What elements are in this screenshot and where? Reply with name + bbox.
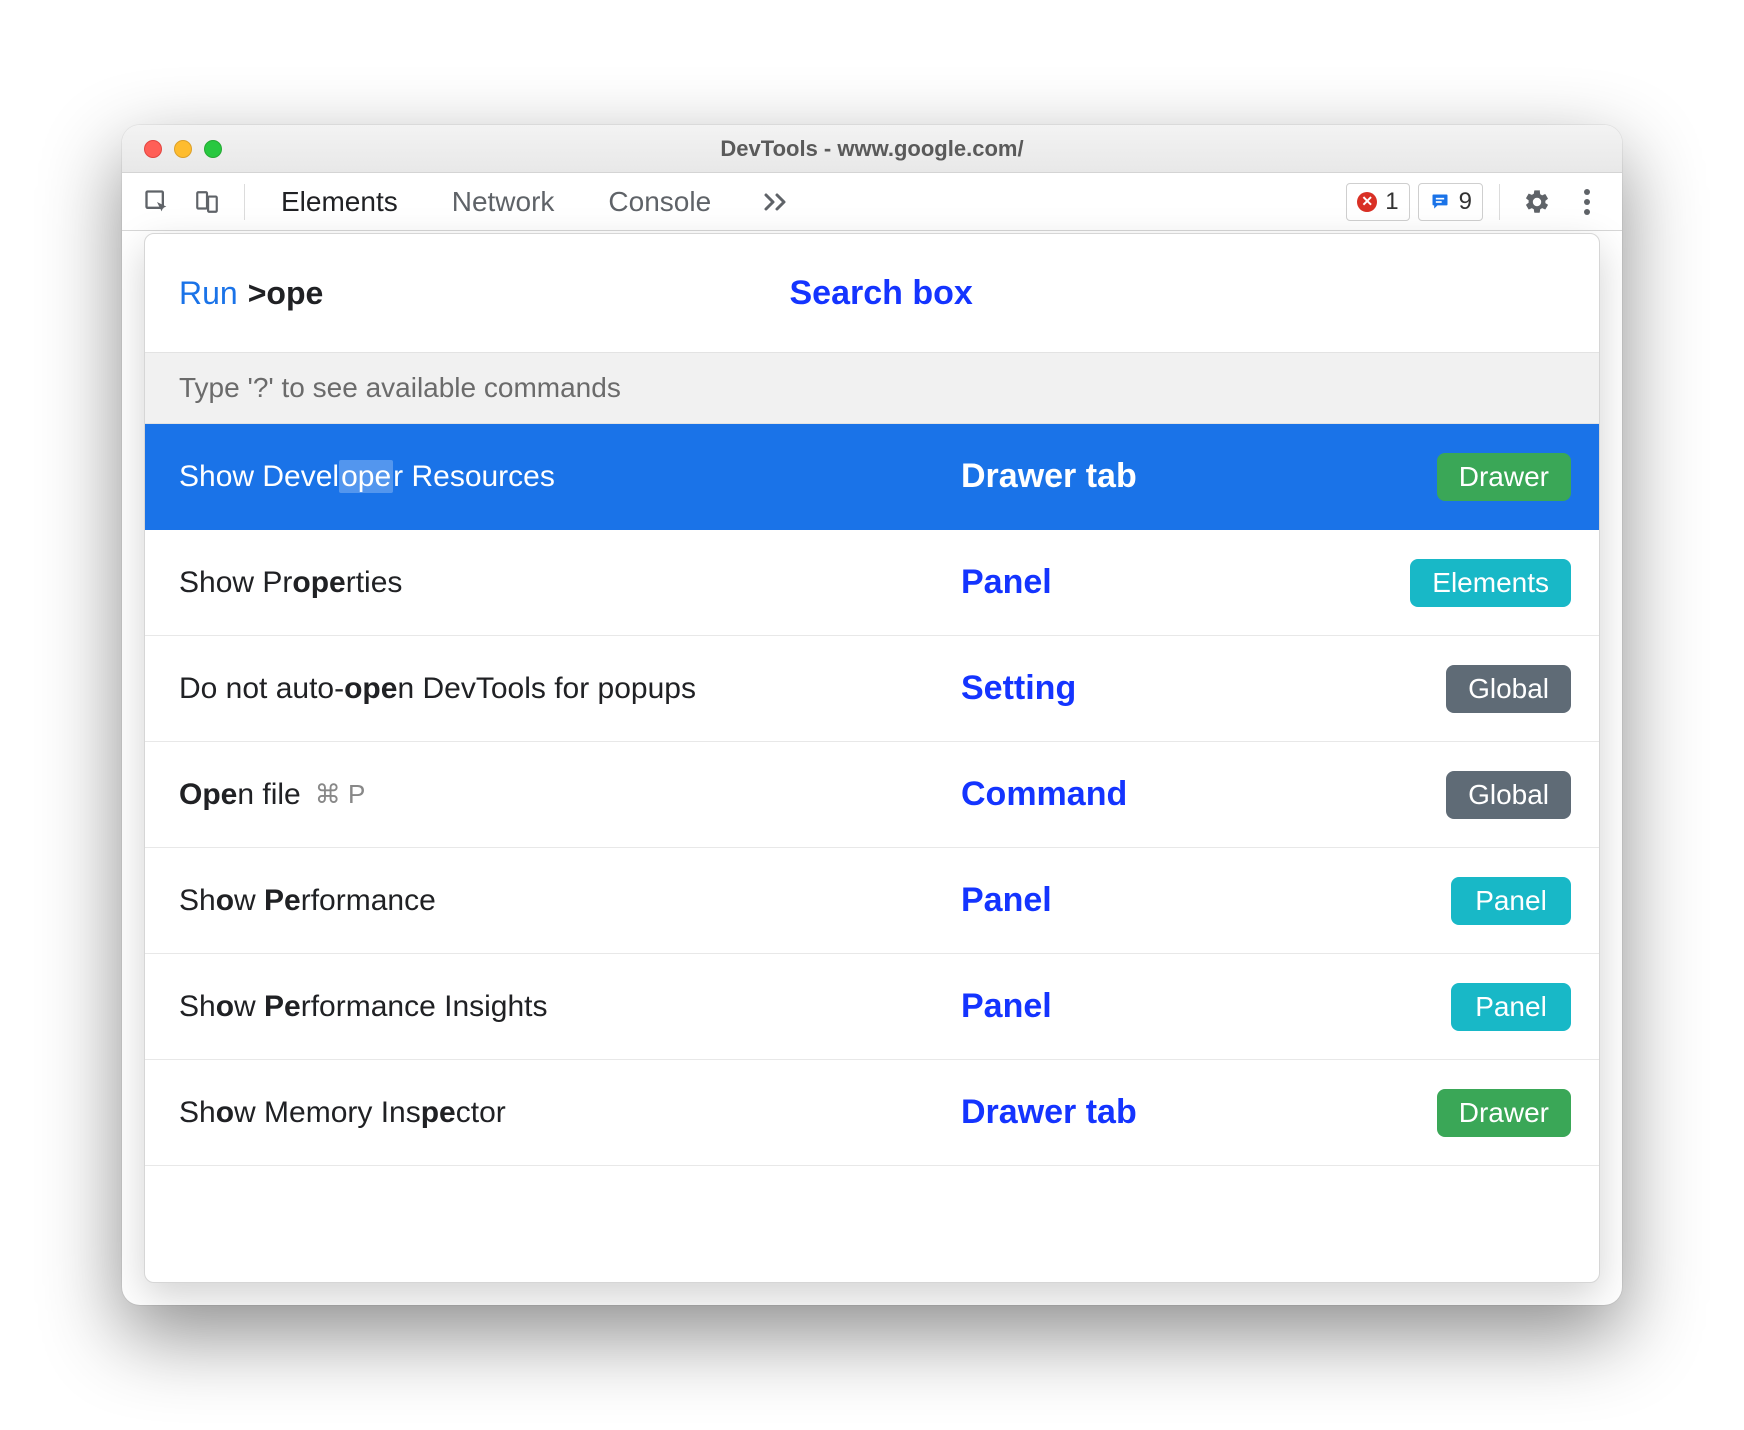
command-result-label: Show Performance Insights <box>179 990 951 1024</box>
command-hint: Type '?' to see available commands <box>145 352 1599 424</box>
titlebar: DevTools - www.google.com/ <box>122 125 1622 173</box>
annotation-kind: Panel <box>961 881 1331 920</box>
close-window-button[interactable] <box>144 140 162 158</box>
settings-icon[interactable] <box>1516 181 1558 223</box>
command-result[interactable]: Do not auto-open DevTools for popups Sett… <box>145 636 1599 742</box>
kebab-menu-icon[interactable] <box>1566 181 1608 223</box>
command-result[interactable]: Show Performance Insights Panel Panel <box>145 954 1599 1060</box>
run-label: Run <box>179 275 238 312</box>
command-result-label: Show Performance <box>179 884 951 918</box>
device-toolbar-icon[interactable] <box>186 181 228 223</box>
annotation-kind: Setting <box>961 669 1331 708</box>
command-result-label: Show Developer Resources <box>179 460 951 494</box>
command-search-row: Run Search box <box>145 234 1599 352</box>
errors-count: 1 <box>1385 188 1398 216</box>
keyboard-shortcut: ⌘ P <box>315 779 366 810</box>
annotation-kind: Drawer tab <box>961 457 1331 496</box>
result-badge: Drawer <box>1437 1089 1571 1137</box>
command-result[interactable]: Show Properties Panel Elements <box>145 530 1599 636</box>
command-result[interactable]: Show Memory Inspector Drawer tab Drawer <box>145 1060 1599 1166</box>
result-badge: Panel <box>1451 877 1571 925</box>
window-title: DevTools - www.google.com/ <box>122 136 1622 162</box>
minimize-window-button[interactable] <box>174 140 192 158</box>
result-badge: Panel <box>1451 983 1571 1031</box>
annotation-kind: Drawer tab <box>961 1093 1331 1132</box>
messages-badge[interactable]: 9 <box>1418 183 1483 221</box>
annotation-kind: Panel <box>961 987 1331 1026</box>
annotation-kind: Panel <box>961 563 1331 602</box>
inspect-element-icon[interactable] <box>136 181 178 223</box>
panel-tabs: Elements Network Console <box>281 186 711 218</box>
message-icon <box>1429 192 1451 212</box>
tab-elements[interactable]: Elements <box>281 186 398 218</box>
window-controls <box>122 140 222 158</box>
more-tabs-icon[interactable] <box>763 192 793 212</box>
command-result-label: Show Properties <box>179 566 951 600</box>
toolbar-separator <box>1499 184 1500 220</box>
annotation-kind: Command <box>961 775 1331 814</box>
toolbar-separator <box>244 184 245 220</box>
command-result[interactable]: Show Performance Panel Panel <box>145 848 1599 954</box>
command-result-label: Show Memory Inspector <box>179 1096 951 1130</box>
devtools-window: DevTools - www.google.com/ Elements Netw… <box>122 125 1622 1305</box>
result-badge: Global <box>1446 665 1571 713</box>
command-search-input[interactable] <box>248 275 608 312</box>
messages-count: 9 <box>1459 188 1472 216</box>
errors-badge[interactable]: ✕ 1 <box>1346 183 1409 221</box>
tab-console[interactable]: Console <box>608 186 711 218</box>
command-result[interactable]: Open file⌘ P Command Global <box>145 742 1599 848</box>
command-results: Show Developer Resources Drawer tab Drawer… <box>145 424 1599 1282</box>
command-menu: Run Search box Type '?' to see available… <box>144 233 1600 1283</box>
tab-network[interactable]: Network <box>452 186 555 218</box>
result-badge: Elements <box>1410 559 1571 607</box>
zoom-window-button[interactable] <box>204 140 222 158</box>
command-result-label: Open file⌘ P <box>179 778 951 812</box>
command-result-label: Do not auto-open DevTools for popups <box>179 672 951 706</box>
error-icon: ✕ <box>1357 192 1377 212</box>
result-badge: Global <box>1446 771 1571 819</box>
devtools-toolbar: Elements Network Console ✕ 1 <box>122 173 1622 231</box>
annotation-search-box: Search box <box>790 274 973 313</box>
result-badge: Drawer <box>1437 453 1571 501</box>
command-result[interactable]: Show Developer Resources Drawer tab Drawer <box>145 424 1599 530</box>
